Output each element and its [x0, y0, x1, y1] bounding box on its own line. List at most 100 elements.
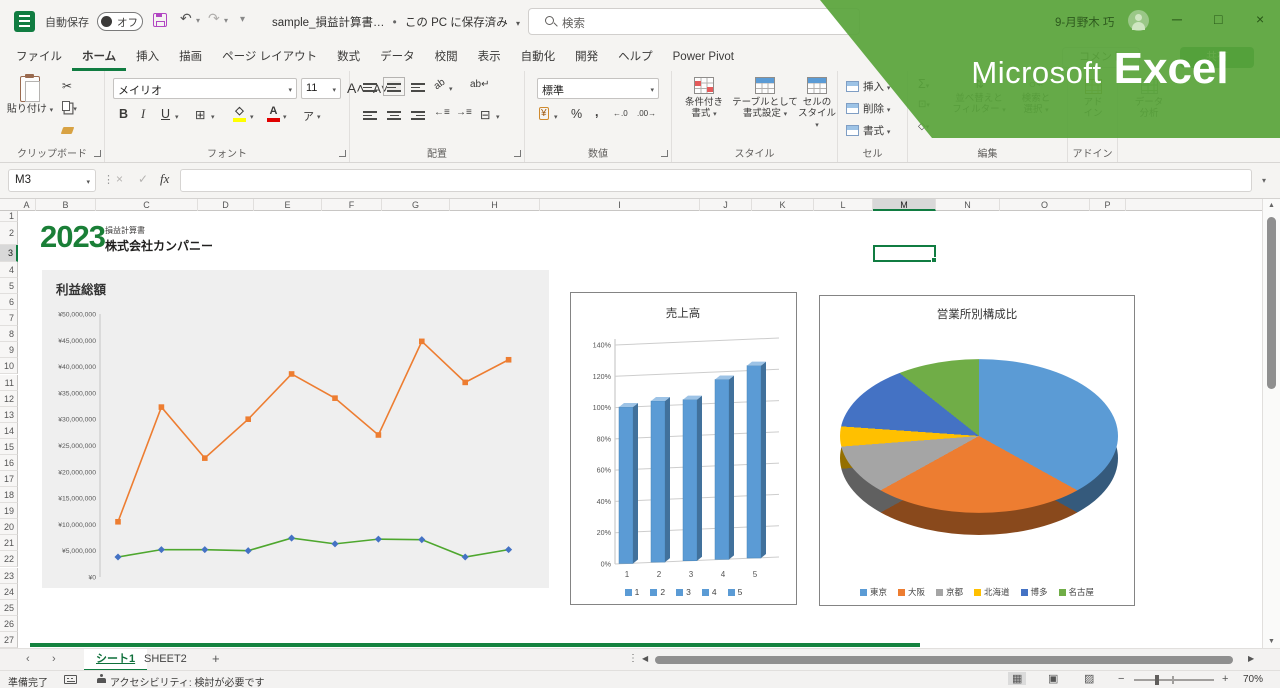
underline-button[interactable]: U: [161, 107, 170, 121]
font-dialog-launcher-icon[interactable]: [339, 150, 346, 157]
increase-decimal-icon[interactable]: ←.0: [613, 109, 628, 118]
redo-chevron-icon[interactable]: ▾: [224, 16, 228, 25]
ribbon-tab-挿入[interactable]: 挿入: [126, 44, 169, 71]
middle-align-icon[interactable]: [387, 81, 401, 92]
ribbon-tab-Power Pivot[interactable]: Power Pivot: [663, 44, 744, 71]
redo-button[interactable]: ↷: [208, 10, 220, 27]
selected-cell-m3[interactable]: [873, 245, 936, 262]
percent-style-icon[interactable]: %: [571, 107, 582, 121]
vertical-scroll-thumb[interactable]: [1267, 217, 1276, 389]
orientation-chevron-icon[interactable]: ▾: [449, 85, 453, 93]
currency-chevron-icon[interactable]: ▾: [554, 113, 558, 121]
cell-styles-button[interactable]: セルの スタイル ▾: [796, 77, 838, 131]
borders-icon[interactable]: ⊞: [195, 107, 205, 122]
zoom-percentage[interactable]: 70%: [1243, 674, 1263, 685]
row-header-3[interactable]: 3: [0, 245, 18, 262]
row-header-7[interactable]: 7: [0, 310, 18, 326]
user-avatar[interactable]: [1128, 10, 1149, 31]
macro-record-icon[interactable]: [64, 675, 77, 684]
zoom-slider-thumb[interactable]: [1155, 675, 1159, 685]
vertical-scrollbar[interactable]: ▲ ▼: [1262, 199, 1280, 648]
row-header-24[interactable]: 24: [0, 584, 18, 600]
quick-access-menu-icon[interactable]: ▾: [240, 14, 245, 25]
row-header-9[interactable]: 9: [0, 342, 18, 358]
horizontal-scroll-thumb[interactable]: [655, 656, 1233, 664]
copy-button[interactable]: ▾: [62, 100, 77, 114]
row-header-8[interactable]: 8: [0, 326, 18, 342]
column-header-H[interactable]: H: [450, 199, 540, 211]
ribbon-tab-ファイル[interactable]: ファイル: [6, 44, 72, 71]
row-header-16[interactable]: 16: [0, 455, 18, 471]
phonetic-chevron-icon[interactable]: ▾: [317, 113, 321, 121]
accessibility-status[interactable]: アクセシビリティ: 検討が必要です: [110, 674, 264, 688]
cancel-entry-icon[interactable]: ×: [116, 172, 123, 186]
prev-sheet-icon[interactable]: ‹: [26, 653, 30, 665]
office-pie-chart[interactable]: 営業所別構成比 東京大阪京都北海道博多名古屋: [819, 295, 1135, 606]
row-header-25[interactable]: 25: [0, 600, 18, 616]
zoom-in-icon[interactable]: +: [1222, 673, 1228, 685]
fill-color-icon[interactable]: ◇: [233, 106, 246, 122]
column-header-F[interactable]: F: [322, 199, 382, 211]
row-header-14[interactable]: 14: [0, 423, 18, 439]
name-box[interactable]: M3 ▾: [8, 169, 96, 192]
row-header-23[interactable]: 23: [0, 568, 18, 584]
fill-color-chevron-icon[interactable]: ▾: [250, 113, 254, 121]
row-header-17[interactable]: 17: [0, 471, 18, 487]
page-break-view-icon[interactable]: ▨: [1080, 672, 1098, 685]
column-header-B[interactable]: B: [36, 199, 96, 211]
phonetic-guide-icon[interactable]: ア: [303, 108, 314, 124]
excel-app-icon[interactable]: [14, 11, 35, 32]
save-icon[interactable]: [153, 13, 167, 27]
column-header-P[interactable]: P: [1090, 199, 1126, 211]
column-header-N[interactable]: N: [936, 199, 1000, 211]
column-header-K[interactable]: K: [752, 199, 814, 211]
borders-chevron-icon[interactable]: ▾: [211, 113, 215, 121]
column-header-I[interactable]: I: [540, 199, 700, 211]
sales-bar-chart[interactable]: 12345 売上高0%20%40%60%80%100%120%140%12345: [570, 292, 797, 605]
row-header-18[interactable]: 18: [0, 487, 18, 503]
underline-chevron-icon[interactable]: ▾: [175, 113, 179, 121]
formula-input[interactable]: [180, 169, 1252, 192]
column-header-G[interactable]: G: [382, 199, 450, 211]
row-header-10[interactable]: 10: [0, 358, 18, 374]
undo-button[interactable]: ↶: [180, 10, 192, 27]
sheet-tab-2[interactable]: SHEET2: [132, 649, 199, 671]
column-header-E[interactable]: E: [254, 199, 322, 211]
add-sheet-icon[interactable]: +: [212, 651, 220, 666]
row-header-20[interactable]: 20: [0, 519, 18, 535]
column-header-A[interactable]: A: [18, 199, 36, 211]
right-align-icon[interactable]: [411, 109, 425, 120]
delete-cells-button[interactable]: 削除 ▾: [846, 101, 890, 116]
ribbon-tab-開発[interactable]: 開発: [565, 44, 608, 71]
expand-formula-bar-icon[interactable]: ▾: [1262, 176, 1266, 185]
normal-view-icon[interactable]: ▦: [1008, 672, 1026, 685]
format-cells-button[interactable]: 書式 ▾: [846, 123, 890, 138]
undo-chevron-icon[interactable]: ▾: [196, 16, 200, 25]
merge-center-icon[interactable]: ⊟: [480, 107, 490, 122]
column-header-M[interactable]: M: [873, 199, 936, 211]
bottom-align-icon[interactable]: [411, 81, 425, 92]
number-format-select[interactable]: 標準▾: [537, 78, 659, 99]
confirm-entry-icon[interactable]: ✓: [138, 172, 148, 186]
zoom-out-icon[interactable]: −: [1118, 673, 1124, 685]
ribbon-tab-自動化[interactable]: 自動化: [511, 44, 566, 71]
ribbon-tab-校閲[interactable]: 校閲: [425, 44, 468, 71]
ribbon-tab-ヘルプ[interactable]: ヘルプ: [608, 44, 663, 71]
row-header-19[interactable]: 19: [0, 503, 18, 519]
row-header-6[interactable]: 6: [0, 294, 18, 310]
comma-style-icon[interactable]: ,: [595, 105, 598, 119]
font-size-select[interactable]: 11▾: [301, 78, 341, 99]
merge-chevron-icon[interactable]: ▾: [496, 113, 500, 121]
search-input[interactable]: 検索: [528, 8, 860, 35]
decrease-indent-icon[interactable]: ←≡: [434, 107, 450, 118]
column-header-O[interactable]: O: [1000, 199, 1090, 211]
row-header-2[interactable]: 2: [0, 222, 18, 245]
clipboard-dialog-launcher-icon[interactable]: [94, 150, 101, 157]
increase-indent-icon[interactable]: →≡: [456, 107, 472, 118]
decrease-decimal-icon[interactable]: .00→: [637, 109, 656, 118]
row-header-21[interactable]: 21: [0, 535, 18, 551]
scroll-up-icon[interactable]: ▲: [1268, 202, 1275, 209]
insert-cells-button[interactable]: 挿入 ▾: [846, 79, 890, 94]
next-sheet-icon[interactable]: ›: [52, 653, 56, 665]
worksheet[interactable]: ABCDEFGHIJKLMNOP 12345678910111213141516…: [0, 199, 1262, 648]
